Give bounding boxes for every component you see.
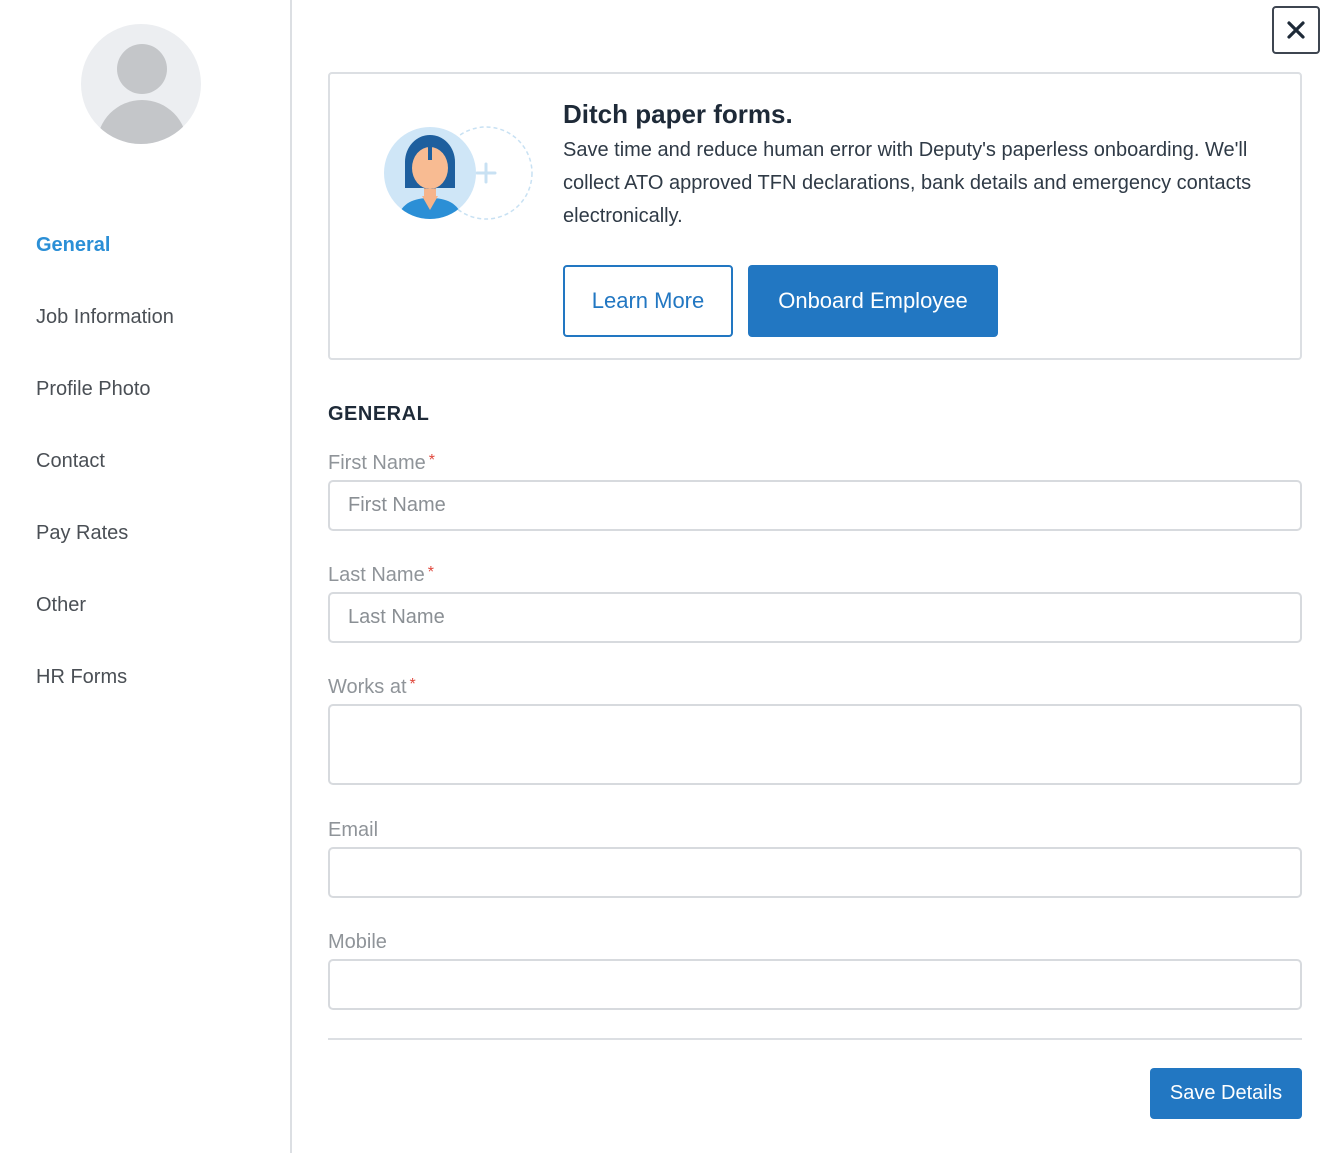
required-marker: * (427, 564, 434, 581)
form-divider (328, 1038, 1302, 1040)
promo-description: Save time and reduce human error with De… (563, 139, 1252, 227)
sidebar-item-job-information[interactable]: Job Information (36, 300, 174, 372)
works-at-label-text: Works at (328, 676, 407, 698)
avatar-body-shape (97, 100, 187, 144)
close-button[interactable] (1272, 6, 1320, 54)
sidebar-item-profile-photo[interactable]: Profile Photo (36, 372, 174, 444)
onboarding-promo-card: Ditch paper forms. Save time and reduce … (328, 72, 1302, 360)
email-input[interactable] (328, 847, 1302, 898)
works-at-select[interactable] (328, 704, 1302, 785)
sidebar-item-other[interactable]: Other (36, 588, 174, 660)
learn-more-button[interactable]: Learn More (563, 265, 733, 337)
last-name-input[interactable] (328, 592, 1302, 643)
save-details-button[interactable]: Save Details (1150, 1068, 1302, 1119)
last-name-label-text: Last Name (328, 564, 425, 586)
first-name-label: First Name * (328, 452, 435, 475)
last-name-label: Last Name * (328, 564, 434, 587)
mobile-input[interactable] (328, 959, 1302, 1010)
email-label: Email (328, 819, 379, 841)
avatar[interactable] (81, 24, 201, 144)
avatar-head-shape (117, 44, 167, 94)
first-name-label-text: First Name (328, 452, 426, 474)
sidebar-nav: General Job Information Profile Photo Co… (36, 228, 174, 732)
required-marker: * (409, 676, 416, 693)
works-at-label: Works at * (328, 676, 416, 699)
promo-title: Ditch paper forms. (563, 99, 793, 129)
close-icon (1287, 21, 1305, 39)
mobile-label: Mobile (328, 931, 387, 953)
required-marker: * (428, 452, 436, 469)
sidebar: General Job Information Profile Photo Co… (0, 0, 292, 1153)
first-name-input[interactable] (328, 480, 1302, 531)
sidebar-item-pay-rates[interactable]: Pay Rates (36, 516, 174, 588)
sidebar-item-contact[interactable]: Contact (36, 444, 174, 516)
sidebar-item-general[interactable]: General (36, 228, 174, 300)
employee-add-illustration (384, 126, 533, 220)
onboard-employee-button[interactable]: Onboard Employee (748, 265, 998, 337)
section-heading-general: GENERAL (328, 403, 430, 425)
sidebar-item-hr-forms[interactable]: HR Forms (36, 660, 174, 732)
